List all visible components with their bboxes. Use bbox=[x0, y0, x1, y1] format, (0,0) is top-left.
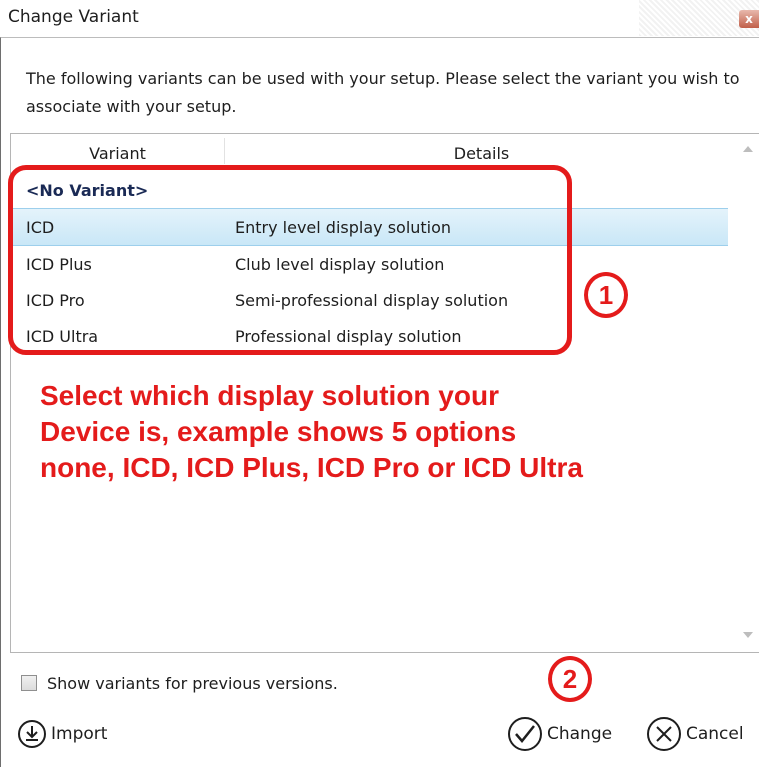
window-title: Change Variant bbox=[8, 7, 139, 27]
checkmark-icon bbox=[508, 717, 542, 751]
annotation-line: Device is, example shows 5 options bbox=[40, 416, 517, 447]
scroll-down-arrow-icon[interactable] bbox=[743, 632, 753, 638]
close-icon: x bbox=[745, 12, 753, 26]
annotation-marker-1: 1 bbox=[584, 272, 628, 318]
annotation-highlight-box bbox=[8, 165, 572, 355]
column-header-details[interactable]: Details bbox=[225, 144, 738, 163]
import-button-label: Import bbox=[51, 724, 108, 744]
close-button[interactable]: x bbox=[739, 10, 759, 28]
show-previous-versions-checkbox[interactable] bbox=[21, 675, 37, 691]
scroll-up-arrow-icon[interactable] bbox=[743, 146, 753, 152]
annotation-instructions: Select which display solution your Devic… bbox=[40, 378, 720, 486]
cancel-x-icon bbox=[647, 717, 681, 751]
cancel-button-label: Cancel bbox=[686, 724, 744, 744]
change-button-label: Change bbox=[547, 724, 613, 744]
title-bar: Change Variant x bbox=[0, 0, 759, 36]
import-icon bbox=[18, 720, 46, 748]
vertical-scrollbar[interactable] bbox=[737, 134, 759, 652]
annotation-line: Select which display solution your bbox=[40, 380, 499, 411]
cancel-button[interactable]: Cancel bbox=[646, 714, 744, 754]
annotation-marker-2: 2 bbox=[548, 656, 592, 702]
show-previous-versions-label[interactable]: Show variants for previous versions. bbox=[47, 674, 338, 693]
change-button[interactable]: Change bbox=[507, 714, 612, 754]
import-button[interactable]: Import bbox=[17, 714, 107, 754]
grid-header: Variant Details bbox=[11, 134, 738, 166]
annotation-line: none, ICD, ICD Plus, ICD Pro or ICD Ultr… bbox=[40, 452, 583, 483]
column-header-variant[interactable]: Variant bbox=[11, 144, 224, 163]
description-text: The following variants can be used with … bbox=[26, 69, 740, 116]
